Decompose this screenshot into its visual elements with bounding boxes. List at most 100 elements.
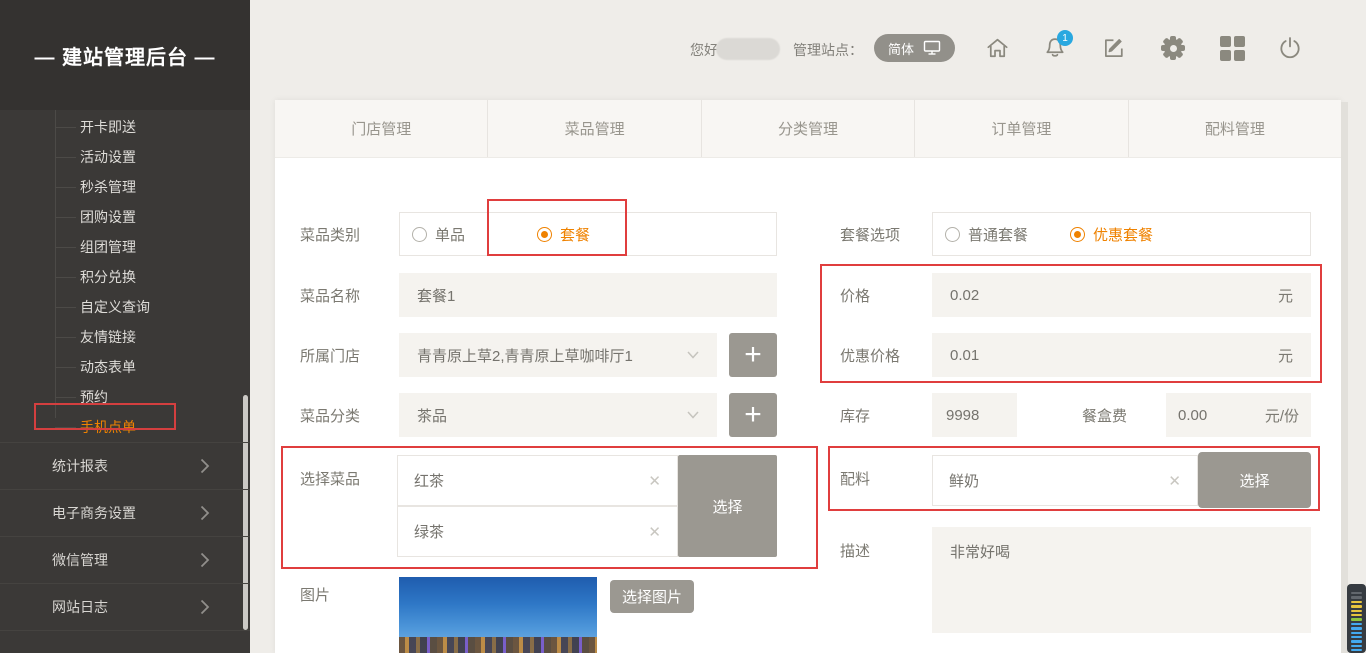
- discount-price-label: 优惠价格: [840, 345, 900, 366]
- radio-label: 优惠套餐: [1093, 224, 1153, 245]
- tab-order-management[interactable]: 订单管理: [914, 100, 1127, 157]
- sidebar-section-wechat-management[interactable]: 微信管理: [0, 537, 250, 584]
- discount-price-value: 0.01: [950, 347, 979, 364]
- panel-scrollbar[interactable]: [1341, 102, 1348, 653]
- box-fee-label: 餐盒费: [1082, 405, 1127, 426]
- radio-icon-selected: [1070, 227, 1085, 242]
- sidebar-item-group-buy-settings[interactable]: 团购设置: [0, 206, 250, 228]
- sidebar-item-points-exchange[interactable]: 积分兑换: [0, 266, 250, 288]
- price-label: 价格: [840, 285, 870, 306]
- sidebar-item-label: 秒杀管理: [80, 177, 136, 197]
- sidebar-sections: 统计报表 电子商务设置 微信管理 网站日志: [0, 442, 250, 631]
- tree-tick: [55, 247, 76, 248]
- price-value: 0.02: [950, 287, 979, 304]
- apps-button[interactable]: [1217, 33, 1247, 63]
- sidebar-item-label: 积分兑换: [80, 267, 136, 287]
- tab-category-management[interactable]: 分类管理: [701, 100, 914, 157]
- store-select[interactable]: 青青原上草2,青青原上草咖啡厅1: [399, 333, 717, 377]
- section-label: 微信管理: [52, 550, 108, 570]
- sidebar-item-dynamic-form[interactable]: 动态表单: [0, 356, 250, 378]
- app-root: — 建站管理后台 — 开卡即送 活动设置 秒杀管理 团购设置 组团管理 积分兑换…: [0, 0, 1366, 653]
- language-site-button[interactable]: 简体: [874, 34, 955, 62]
- settings-button[interactable]: [1158, 33, 1188, 63]
- gear-icon: [1160, 35, 1186, 61]
- sidebar-item-custom-query[interactable]: 自定义查询: [0, 296, 250, 318]
- radio-combo-dish[interactable]: 套餐: [537, 224, 590, 245]
- radio-discount-combo[interactable]: 优惠套餐: [1070, 224, 1153, 245]
- sidebar-section-site-logs[interactable]: 网站日志: [0, 584, 250, 631]
- sidebar-tree-menu: 开卡即送 活动设置 秒杀管理 团购设置 组团管理 积分兑换 自定义查询 友情链接…: [0, 110, 250, 437]
- add-classification-button[interactable]: +: [729, 393, 777, 437]
- dish-name-input[interactable]: 套餐1: [399, 273, 777, 317]
- add-store-button[interactable]: +: [729, 333, 777, 377]
- box-fee-unit: 元/份: [1265, 405, 1299, 426]
- monitor-icon: [923, 40, 941, 56]
- description-label: 描述: [840, 540, 870, 561]
- home-button[interactable]: [982, 33, 1012, 63]
- select-image-button[interactable]: 选择图片: [610, 580, 694, 613]
- stock-input[interactable]: 9998: [932, 393, 1017, 437]
- chevron-right-icon: [200, 505, 210, 521]
- sidebar-section-statistics[interactable]: 统计报表: [0, 443, 250, 490]
- box-fee-value: 0.00: [1178, 407, 1207, 424]
- logout-button[interactable]: [1275, 33, 1305, 63]
- sidebar-item-flash-sale[interactable]: 秒杀管理: [0, 176, 250, 198]
- sidebar-section-ecommerce-settings[interactable]: 电子商务设置: [0, 490, 250, 537]
- sidebar-item-activity-settings[interactable]: 活动设置: [0, 146, 250, 168]
- price-unit: 元: [1278, 285, 1293, 306]
- radio-normal-combo[interactable]: 普通套餐: [945, 224, 1028, 245]
- sidebar-item-label: 团购设置: [80, 207, 136, 227]
- radio-icon-selected: [537, 227, 552, 242]
- section-label: 网站日志: [52, 597, 108, 617]
- chevron-down-icon: [687, 351, 699, 359]
- ingredient-value: 鲜奶: [949, 470, 979, 491]
- tree-tick: [55, 157, 76, 158]
- chevron-right-icon: [200, 552, 210, 568]
- home-icon: [984, 35, 1011, 61]
- classification-value: 茶品: [417, 405, 447, 426]
- classification-select[interactable]: 茶品: [399, 393, 717, 437]
- app-logo: — 建站管理后台 —: [0, 0, 250, 110]
- sidebar-item-reservation[interactable]: 预约: [0, 386, 250, 408]
- selected-dish-value: 绿茶: [414, 521, 444, 542]
- tree-tick: [55, 307, 76, 308]
- top-header: 您好 管理站点： 简体 1: [250, 0, 1366, 100]
- chevron-down-icon: [687, 411, 699, 419]
- edit-icon: [1101, 35, 1127, 61]
- tab-dish-management[interactable]: 菜品管理: [487, 100, 700, 157]
- tree-tick: [55, 217, 76, 218]
- box-fee-input[interactable]: 0.00 元/份: [1166, 393, 1311, 437]
- sidebar-item-mobile-ordering[interactable]: 手机点单: [0, 416, 250, 438]
- sidebar-item-free-with-card[interactable]: 开卡即送: [0, 116, 250, 138]
- grid-icon: [1220, 36, 1245, 61]
- description-textarea[interactable]: 非常好喝: [932, 527, 1311, 633]
- radio-single-dish[interactable]: 单品: [412, 224, 465, 245]
- description-value: 非常好喝: [950, 544, 1010, 561]
- tab-ingredient-management[interactable]: 配料管理: [1128, 100, 1341, 157]
- button-label: 选择: [1239, 470, 1269, 491]
- select-dishes-button[interactable]: 选择: [678, 455, 777, 557]
- radio-label: 普通套餐: [968, 224, 1028, 245]
- ingredient-input[interactable]: 鲜奶 ✕: [932, 455, 1198, 506]
- price-input[interactable]: 0.02 元: [932, 273, 1311, 317]
- store-label: 所属门店: [300, 345, 360, 366]
- select-ingredient-button[interactable]: 选择: [1198, 452, 1311, 508]
- username-redacted: [716, 38, 780, 60]
- combo-option-radio-group: 普通套餐 优惠套餐: [932, 212, 1311, 256]
- tab-store-management[interactable]: 门店管理: [275, 100, 487, 157]
- notification-badge: 1: [1057, 30, 1073, 46]
- sidebar-item-friend-links[interactable]: 友情链接: [0, 326, 250, 348]
- sidebar-item-group-management[interactable]: 组团管理: [0, 236, 250, 258]
- sidebar-item-label: 自定义查询: [80, 297, 150, 317]
- managed-site-label: 管理站点：: [793, 40, 863, 60]
- sidebar-item-label: 动态表单: [80, 357, 136, 377]
- button-label: 选择图片: [622, 586, 682, 607]
- power-icon: [1277, 35, 1303, 61]
- edit-button[interactable]: [1099, 33, 1129, 63]
- remove-ingredient-icon[interactable]: ✕: [1168, 472, 1181, 490]
- radio-label: 单品: [435, 224, 465, 245]
- remove-dish-icon[interactable]: ✕: [648, 523, 661, 541]
- tree-tick: [55, 187, 76, 188]
- discount-price-input[interactable]: 0.01 元: [932, 333, 1311, 377]
- remove-dish-icon[interactable]: ✕: [648, 472, 661, 490]
